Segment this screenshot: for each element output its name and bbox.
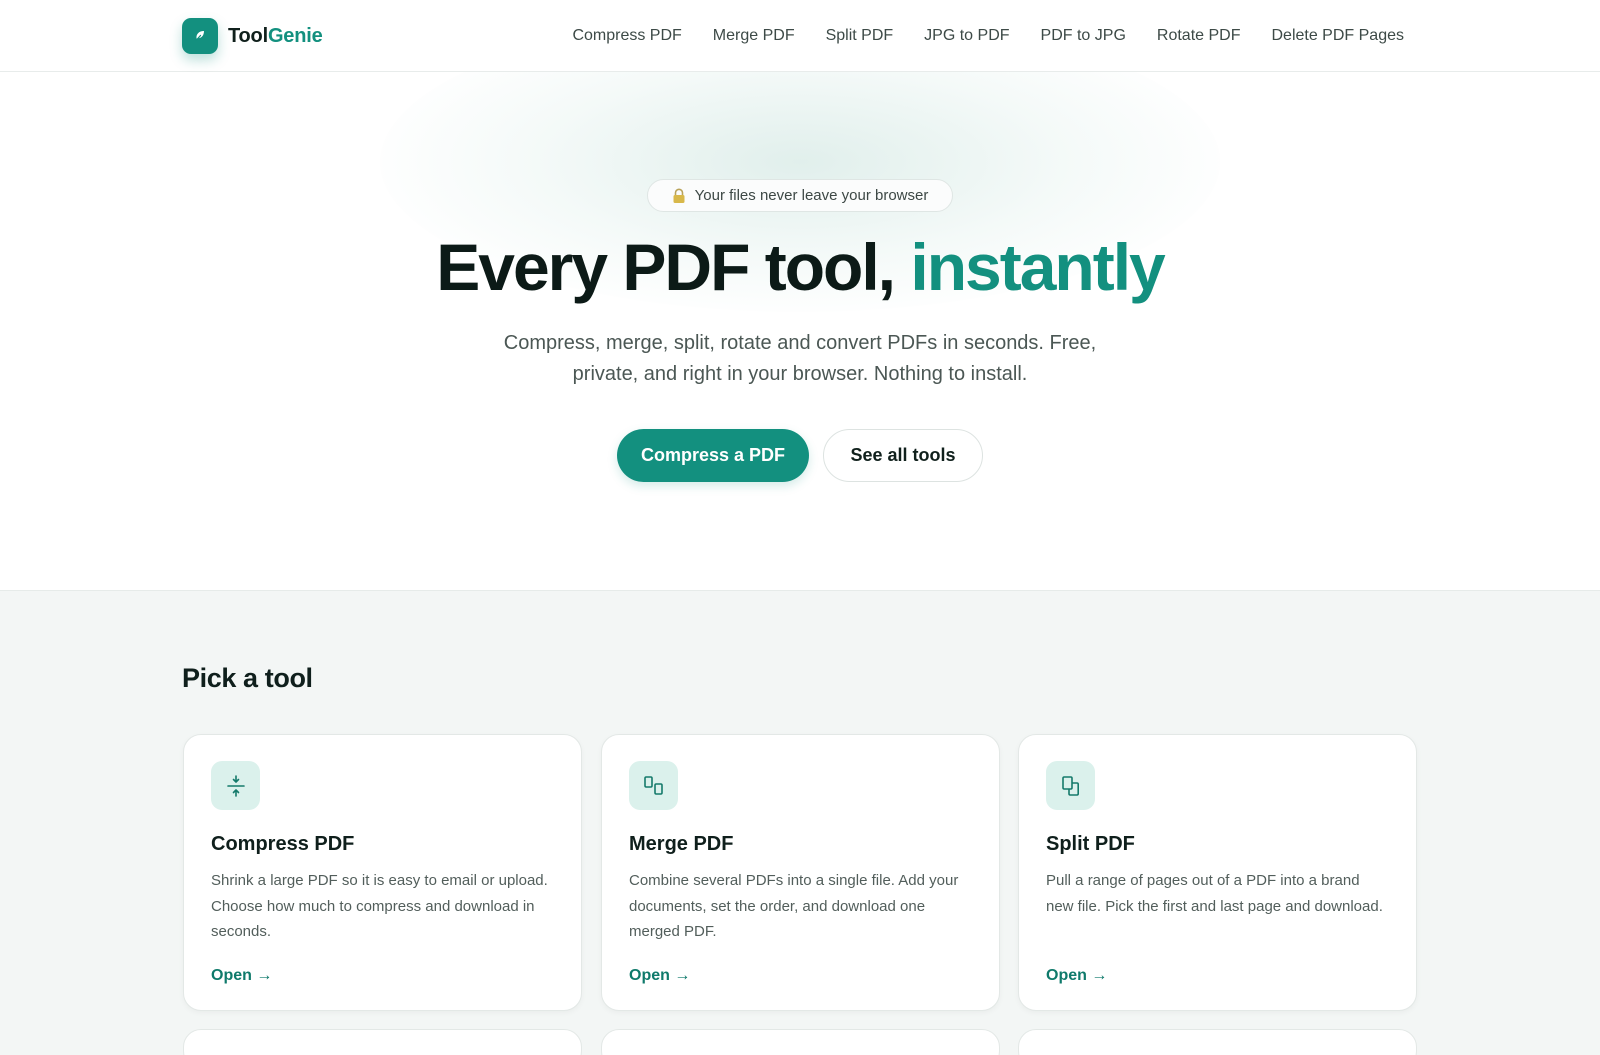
tool-card-title: Split PDF [1046,833,1135,855]
nav-delete-pdf-pages[interactable]: Delete PDF Pages [1271,27,1404,45]
brand-name-part2: Genie [267,24,323,47]
tool-card-partial[interactable] [183,1029,582,1055]
tool-card-compress[interactable]: Compress PDF Shrink a large PDF so it is… [183,734,582,1011]
compress-icon [211,761,260,810]
tool-card-title: Compress PDF [211,833,355,855]
brand-logo-link[interactable]: ToolGenie [182,17,323,55]
compress-pdf-cta-button[interactable]: Compress a PDF [617,429,809,482]
leaf-icon [182,18,218,54]
split-icon [1046,761,1095,810]
nav-jpg-to-pdf[interactable]: JPG to PDF [924,27,1009,45]
tool-card-description: Pull a range of pages out of a PDF into … [1046,872,1383,915]
hero-title-main: Every PDF tool, [436,230,911,304]
merge-icon [629,761,678,810]
privacy-badge-text: Your files never leave your browser [694,187,929,204]
see-all-tools-button[interactable]: See all tools [823,429,983,482]
tool-card-open-link[interactable]: Open → [211,967,272,985]
brand-name-part1: Tool [228,24,268,47]
main-nav: Compress PDF Merge PDF Split PDF JPG to … [572,0,1404,72]
tool-card-open-link[interactable]: Open → [1046,967,1107,985]
hero-section: Your files never leave your browser Ever… [0,72,1600,590]
hero-title-accent: instantly [910,230,1165,304]
tools-section: Pick a tool Compress PDF Shrink a large … [0,590,1600,1055]
brand-name: ToolGenie [228,25,323,48]
tools-heading: Pick a tool [182,663,313,693]
lock-icon [672,188,686,204]
tool-card-description: Combine several PDFs into a single file.… [629,872,959,940]
tool-card-merge[interactable]: Merge PDF Combine several PDFs into a si… [601,734,1000,1011]
tool-card-partial[interactable] [601,1029,1000,1055]
tool-card-split[interactable]: Split PDF Pull a range of pages out of a… [1018,734,1417,1011]
nav-split-pdf[interactable]: Split PDF [826,27,894,45]
tool-card-open-link[interactable]: Open → [629,967,690,985]
tool-card-description: Shrink a large PDF so it is easy to emai… [211,872,548,940]
hero-subtitle: Compress, merge, split, rotate and conve… [503,332,1097,385]
site-header: ToolGenie Compress PDF Merge PDF Split P… [0,0,1600,72]
nav-rotate-pdf[interactable]: Rotate PDF [1157,27,1241,45]
privacy-badge: Your files never leave your browser [647,179,953,212]
nav-pdf-to-jpg[interactable]: PDF to JPG [1041,27,1126,45]
nav-compress-pdf[interactable]: Compress PDF [572,27,681,45]
hero-title: Every PDF tool, instantly [0,230,1600,306]
tool-card-title: Merge PDF [629,833,734,855]
nav-merge-pdf[interactable]: Merge PDF [713,27,795,45]
tool-card-partial[interactable] [1018,1029,1417,1055]
